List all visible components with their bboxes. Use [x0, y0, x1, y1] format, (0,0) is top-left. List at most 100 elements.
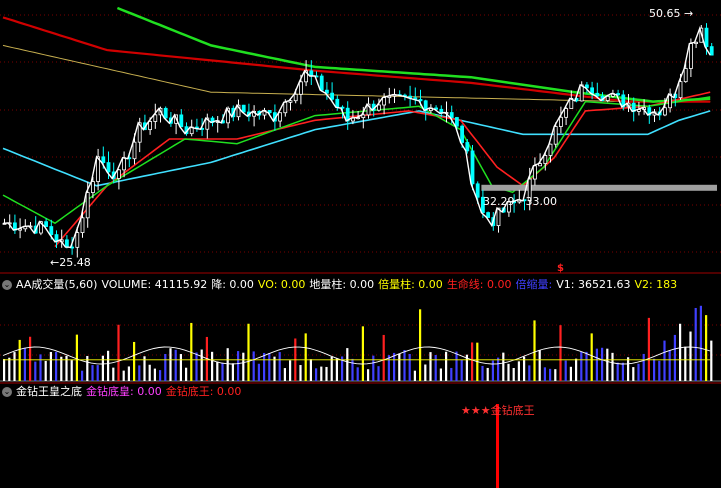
candle-body [309, 70, 314, 77]
candle-body [49, 226, 54, 236]
volume-bar [70, 360, 73, 381]
volume-bar [403, 349, 406, 381]
volume-bar [616, 362, 619, 381]
volume-bar [335, 358, 338, 381]
volume-bar [543, 367, 546, 381]
candle-body [470, 150, 475, 185]
volume-bar [237, 351, 240, 381]
volume-bar [621, 362, 624, 381]
indicator-header-item: 金钻底王: 0.00 [165, 385, 242, 398]
candle-body [533, 165, 537, 180]
volume-header-item: V1: 36521.63 [556, 278, 631, 291]
indicator-signal-label: ★★★金钻底王 [461, 404, 535, 417]
volume-bar [96, 365, 99, 381]
volume-bar [49, 351, 52, 381]
candle-body [293, 93, 298, 102]
candle-body [241, 104, 246, 113]
volume-bar [330, 356, 333, 381]
volume-bar [325, 366, 328, 381]
volume-bar [81, 370, 84, 381]
candle-body [75, 232, 80, 248]
volume-bar [663, 340, 666, 381]
volume-bar [398, 353, 401, 381]
volume-bar [361, 326, 364, 381]
volume-bar [211, 351, 214, 381]
volume-bar [679, 323, 682, 381]
volume-panel-header: ⌄ AA成交量(5,60) VOLUME: 41115.92 降: 0.00 VO: 0… [0, 277, 685, 293]
candle-body [122, 157, 126, 171]
indicator-panel-header: ⌄ 金钻王皇之底 金钻底皇: 0.00 金钻底王: 0.00 [0, 384, 249, 400]
volume-bar [278, 352, 281, 381]
volume-bar [710, 340, 713, 381]
volume-bar [455, 351, 458, 381]
volume-bar [39, 354, 42, 381]
collapse-icon[interactable]: ⌄ [2, 387, 12, 397]
volume-bar [127, 366, 130, 381]
volume-bar [75, 334, 78, 381]
volume-bar [315, 368, 318, 381]
volume-bar [60, 356, 63, 381]
volume-bar [164, 353, 167, 381]
volume-bar [242, 352, 245, 381]
candle-body [283, 101, 288, 114]
collapse-icon[interactable]: ⌄ [2, 280, 12, 290]
candle-body [278, 112, 283, 122]
chart-canvas [0, 6, 721, 488]
volume-bar [226, 348, 229, 381]
volume-bar [689, 331, 692, 381]
candle-body [85, 192, 90, 219]
volume-bar [221, 363, 224, 381]
volume-bar [647, 317, 650, 381]
volume-bar [18, 339, 21, 381]
volume-bar [429, 352, 432, 381]
volume-header-item: V2: 183 [634, 278, 678, 291]
candle-body [148, 121, 153, 131]
volume-bar [632, 367, 635, 381]
candle-body [663, 107, 667, 116]
volume-bar [408, 354, 411, 381]
support-band [481, 184, 717, 191]
volume-bar [413, 370, 416, 381]
volume-bar [29, 336, 32, 381]
indicator-title[interactable]: 金钻王皇之底 [16, 385, 82, 398]
volume-bar [653, 358, 656, 381]
volume-bar [424, 364, 427, 381]
volume-bar [122, 370, 125, 381]
candle-body [709, 46, 714, 56]
volume-bar [346, 348, 349, 381]
candle-body [91, 181, 95, 193]
volume-bar [351, 358, 354, 381]
volume-bar [107, 350, 110, 381]
candle-body [80, 217, 85, 233]
candle-body [543, 155, 548, 164]
volume-header-item: 倍量柱: 0.00 [378, 278, 443, 291]
candle-body [298, 81, 303, 95]
volume-bar [148, 364, 151, 381]
volume-bar [528, 365, 531, 381]
candle-body [548, 143, 553, 156]
volume-bar [55, 351, 58, 381]
volume-bar [642, 353, 645, 381]
volume-bar [304, 333, 307, 381]
volume-bar [595, 348, 598, 381]
volume-bar [185, 367, 188, 381]
volume-bar [387, 355, 390, 381]
volume-bar [502, 352, 505, 381]
volume-bar [439, 368, 442, 381]
volume-bar [606, 348, 609, 381]
candle-body [553, 126, 558, 145]
volume-bar [445, 351, 448, 381]
volume-bar [112, 367, 115, 381]
volume-bar [627, 357, 630, 381]
volume-bar [13, 352, 16, 381]
volume-bar [231, 363, 234, 381]
volume-bar [174, 349, 177, 381]
candle-body [153, 114, 158, 122]
price-line [2, 25, 711, 249]
volume-indicator-title[interactable]: AA成交量(5,60) [16, 278, 97, 291]
candle-body [106, 162, 111, 173]
volume-bar [382, 334, 385, 381]
volume-header-item: VOLUME: 41115.92 [101, 278, 208, 291]
volume-bar [299, 365, 302, 381]
candle-body [101, 156, 106, 163]
